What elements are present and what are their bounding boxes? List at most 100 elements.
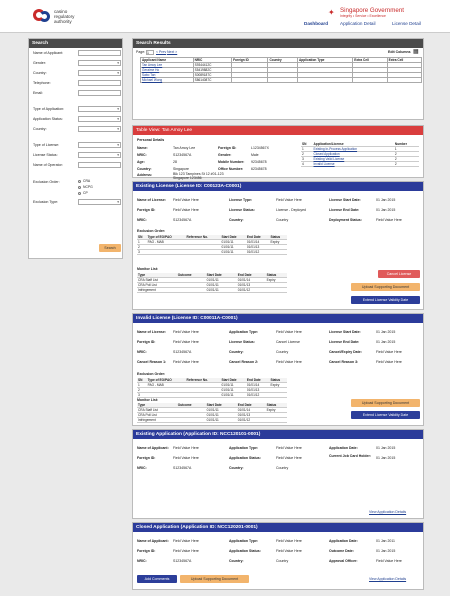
field-label: Application Type: [229,539,259,543]
telephone-input[interactable] [78,80,121,86]
edit-columns-link[interactable]: Edit Columns [388,50,411,54]
upload-document-button[interactable]: Upload Supporting Document [351,283,420,291]
field-label: Deployment Status: [329,218,362,222]
gov-tagline: Integrity • Service • Excellence [340,14,386,18]
radio-ncpg[interactable]: NCPG [78,185,93,189]
view-application-link[interactable]: View Application Details [369,577,406,581]
field-value: 92345678 [251,160,267,164]
add-comments-button[interactable]: Add Comments [137,575,177,583]
application-status-select[interactable] [78,116,121,122]
results-table: Applicant Name NRIC Foreign ID Country A… [140,57,423,83]
gender-select[interactable] [78,60,121,66]
field-label: Foreign ID: [218,146,237,150]
invalid-license-card: Invalid License (License ID: C00011A-C00… [132,313,424,426]
cancel-license-button[interactable]: Cancel License [378,270,420,278]
field-label: Current Job Card Holder: [329,454,372,458]
email-input[interactable] [78,90,121,96]
next-link[interactable]: Next > [167,50,177,54]
field-label: Application Type: [229,446,259,450]
field-value: L1234567X [251,146,269,150]
cell: 01/01/11 [205,417,237,423]
page-input[interactable]: 1 [146,49,154,55]
field-value: S1234567A [173,466,192,470]
field-value: 01 Jan 2011 [376,539,396,543]
card-title: Existing License (License ID: C00123A-C0… [133,182,423,191]
field-label: Mobile Number: [218,160,245,164]
field-label: NRIC: [137,466,147,470]
field-value: Cancel License [276,340,300,344]
top-header: casino regulatory authority ✦ Singapore … [0,0,450,33]
exclusion-order-heading: Exclusion Order: [137,229,166,233]
nav-dashboard[interactable]: Dashboard [304,21,328,26]
field-label: NRIC: [137,218,147,222]
field-value: Field Value Here [173,330,199,334]
exclusion-type-select[interactable] [78,199,121,205]
country-select[interactable] [78,70,121,76]
country-select-2[interactable] [78,126,121,132]
field-value: 01 Jan 2015 [376,208,396,212]
extend-validity-button[interactable]: Extend License Validity Date [351,411,420,419]
field-value: Country [276,350,289,354]
cell[interactable]: Michael Wong [140,77,194,83]
applicant-name-input[interactable] [78,50,121,56]
field-label: License End Date: [329,208,360,212]
field-value: Field Value Here [173,539,199,543]
field-value: S1234567A [173,559,192,563]
nav-license-detail[interactable]: License Detail [392,21,421,26]
monitor-list-table: Type Outcome Start Date End Date Status … [137,403,287,423]
license-status-select[interactable] [78,152,121,158]
cell [265,417,287,423]
field-value: 01 Jan 2015 [376,330,396,334]
existing-license-card: Existing License (License ID: C00123A-C0… [132,181,424,310]
cell [269,249,287,255]
table-row[interactable]: Michael Wong S8614087C [140,77,423,83]
field-label: Cancel Reason 2: [229,360,259,364]
cell [231,77,269,83]
personal-details-heading: Personal Details [137,138,165,142]
cell: Infringement [137,417,177,423]
grid-icon[interactable]: ▦ [413,48,419,55]
field-label: Name of License: [137,330,166,334]
monitor-list-table: Type Outcome Start Date End Date Status … [137,273,287,293]
upload-document-button[interactable]: Upload Supporting Document [180,575,249,583]
cell: 01/01/12 [236,417,266,423]
cell [185,249,221,255]
prev-link[interactable]: < Prev [156,50,166,54]
search-button[interactable]: Search [99,244,121,252]
field-label: Email: [33,91,43,95]
field-label: Foreign ID: [137,456,156,460]
view-application-link[interactable]: View Application Details [369,510,406,514]
field-value: Field Value Here [276,456,302,460]
field-value: 01 Jan 2015 [376,198,396,202]
field-label: NRIC: [137,153,147,157]
closed-application-card: Closed Application (Application ID: NCC1… [132,522,424,590]
field-label: Foreign ID: [137,340,156,344]
application-type-select[interactable] [78,106,121,112]
exclusion-order-table: SN Type of EO/PAO Reference No. Start Da… [137,378,287,398]
field-label: License Type: [229,198,253,202]
license-type-select[interactable] [78,142,121,148]
field-value: Field Value Here [376,559,402,563]
table-row: 3 01/01/11 01/01/12 [137,392,287,398]
field-value: Male [251,153,259,157]
nav-application-detail[interactable]: Application Detail [340,21,376,26]
field-label: Name of Applicant: [137,446,169,450]
upload-document-button[interactable]: Upload Supporting Document [351,399,420,407]
cell[interactable]: Invalid License [312,161,394,167]
radio-cp[interactable]: CP [78,191,88,195]
operator-name-input[interactable] [78,162,121,168]
field-label: Exclusion Type: [33,200,59,204]
field-value: S1234567A [173,153,192,157]
extend-validity-button[interactable]: Extend License Validity Date [351,296,420,304]
radio-cra[interactable]: CRA [78,179,90,183]
field-label: License End Date: [329,340,360,344]
search-results-panel: Search Results Page: 1 < Prev Next > Edi… [132,38,424,120]
table-row: Infringement 01/01/11 01/01/12 [137,287,287,293]
field-label: Type of Application: [33,107,65,111]
existing-application-card: Existing Application (Application ID: NC… [132,429,424,519]
exclusion-order-heading: Exclusion Order: [137,372,166,376]
results-title: Search Results [133,39,423,48]
search-panel: Search Name of Applicant: Gender: Countr… [28,38,123,259]
field-value: Field Value Here [173,456,199,460]
logo-text-line: authority [54,19,72,24]
